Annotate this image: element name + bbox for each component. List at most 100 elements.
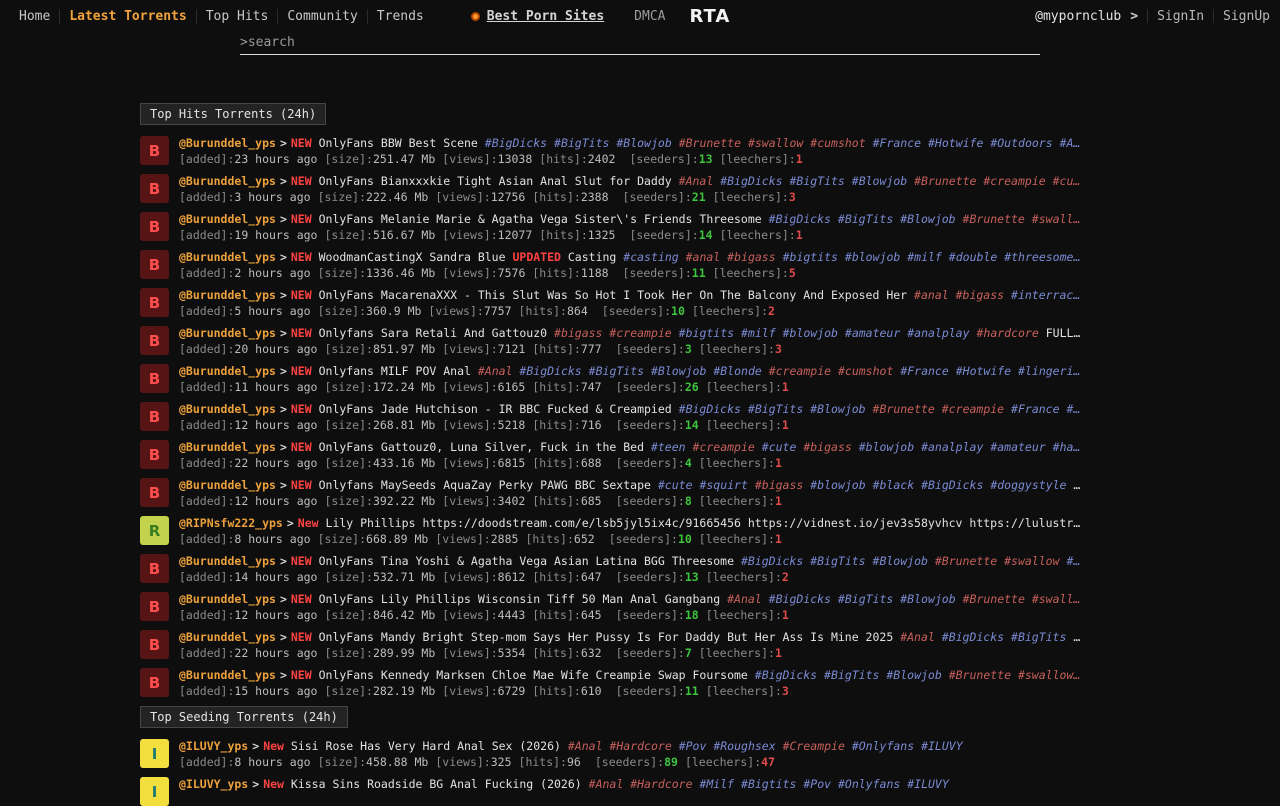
torrent-title[interactable]: NEW Onlyfans MaySeeds AquaZay Perky PAWG… xyxy=(291,478,1080,492)
torrent-user[interactable]: @Burunddel_yps xyxy=(179,326,276,340)
tag[interactable]: #swallow xyxy=(1004,554,1059,568)
torrent-title[interactable]: NEW OnlyFans Gattouz0, Luna Silver, Fuck… xyxy=(291,440,1080,454)
torrent-title[interactable]: NEW OnlyFans Kennedy Marksen Chloe Mae W… xyxy=(291,668,1080,682)
user-avatar[interactable]: I xyxy=(140,777,169,806)
tag[interactable]: #bigass xyxy=(554,326,602,340)
tag[interactable]: #BigDicks xyxy=(942,630,1004,644)
user-avatar[interactable]: B xyxy=(140,630,169,659)
torrent-title[interactable]: NEW WoodmanCastingX Sandra Blue UPDATED … xyxy=(291,250,1081,264)
tag[interactable]: #Blowjob xyxy=(900,592,955,606)
promo-link[interactable]: Best Porn Sites xyxy=(471,9,604,24)
user-avatar[interactable]: B xyxy=(140,136,169,165)
tag[interactable]: #Outdoors xyxy=(990,136,1052,150)
tag[interactable]: #BigDicks xyxy=(720,174,782,188)
tag[interactable]: #bigass xyxy=(727,250,775,264)
tag[interactable]: #Pov xyxy=(803,777,831,791)
tag[interactable]: #creampie xyxy=(942,402,1004,416)
tag[interactable]: #threesome… xyxy=(1004,250,1080,264)
tag[interactable]: #Brunette xyxy=(963,592,1025,606)
tag[interactable]: #Anal xyxy=(568,739,603,753)
nav-item-trends[interactable]: Trends xyxy=(367,9,433,24)
tag[interactable]: #milf xyxy=(741,326,776,340)
tag[interactable]: #BigDicks xyxy=(485,136,547,150)
tag[interactable]: #BigDicks xyxy=(741,554,803,568)
user-avatar[interactable]: R xyxy=(140,516,169,545)
tag[interactable]: #Anal xyxy=(900,630,935,644)
torrent-title[interactable]: NEW Onlyfans MILF POV Anal #Anal #BigDic… xyxy=(291,364,1080,378)
tag[interactable]: #creampie xyxy=(609,326,671,340)
tag[interactable]: #Brunette xyxy=(679,136,741,150)
tag[interactable]: #BigTits xyxy=(838,212,893,226)
tag[interactable]: #creampie xyxy=(983,174,1045,188)
torrent-title[interactable]: NEW OnlyFans Lily Phillips Wisconsin Tif… xyxy=(291,592,1080,606)
dmca-link[interactable]: DMCA xyxy=(634,9,665,24)
user-avatar[interactable]: B xyxy=(140,326,169,355)
torrent-user[interactable]: @Burunddel_yps xyxy=(179,402,276,416)
torrent-title[interactable]: New Lily Phillips https://doodstream.com… xyxy=(298,516,1080,530)
torrent-title[interactable]: NEW Onlyfans Sara Retali And Gattouz0 #b… xyxy=(291,326,1080,340)
tag[interactable]: #Blowjob xyxy=(651,364,706,378)
tag[interactable]: #France xyxy=(900,364,948,378)
tag[interactable]: #analplay xyxy=(921,440,983,454)
tag[interactable]: #swallow xyxy=(748,136,803,150)
torrent-title[interactable]: NEW OnlyFans Bianxxxkie Tight Asian Anal… xyxy=(291,174,1080,188)
account-link[interactable]: @mypornclub xyxy=(1035,9,1121,24)
tag[interactable]: #anal xyxy=(914,288,949,302)
tag[interactable]: #France xyxy=(1011,402,1059,416)
tag[interactable]: #Anal xyxy=(589,777,624,791)
tag[interactable]: #ILUVY xyxy=(921,739,963,753)
tag[interactable]: #BigTits xyxy=(838,592,893,606)
nav-item-community[interactable]: Community xyxy=(277,9,366,24)
tag[interactable]: #blowjob xyxy=(859,440,914,454)
tag[interactable]: #BigDicks xyxy=(921,478,983,492)
tag[interactable]: #… xyxy=(1066,554,1080,568)
tag[interactable]: #cumshot xyxy=(838,364,893,378)
torrent-title[interactable]: New Kissa Sins Roadside BG Anal Fucking … xyxy=(263,777,949,791)
tag[interactable]: #Blonde xyxy=(713,364,761,378)
torrent-title[interactable]: New Sisi Rose Has Very Hard Anal Sex (20… xyxy=(263,739,962,753)
tag[interactable]: #cu… xyxy=(1053,174,1081,188)
tag[interactable]: #bigass xyxy=(803,440,851,454)
signup-link[interactable]: SignUp xyxy=(1223,9,1270,24)
user-avatar[interactable]: B xyxy=(140,554,169,583)
tag[interactable]: #bigtits xyxy=(679,326,734,340)
nav-item-top-hits[interactable]: Top Hits xyxy=(196,9,278,24)
tag[interactable]: #BigTits xyxy=(554,136,609,150)
user-avatar[interactable]: B xyxy=(140,440,169,469)
tag[interactable]: #cute xyxy=(762,440,797,454)
tag[interactable]: #BigDicks xyxy=(755,668,817,682)
tag[interactable]: #anal xyxy=(686,250,721,264)
tag[interactable]: #BigDicks xyxy=(769,212,831,226)
tag[interactable]: #Anal xyxy=(727,592,762,606)
tag[interactable]: #doggystyle xyxy=(990,478,1066,492)
tag[interactable]: #ILUVY xyxy=(907,777,949,791)
tag[interactable]: #interrac… xyxy=(1011,288,1080,302)
tag[interactable]: #Bigtits xyxy=(741,777,796,791)
torrent-title[interactable]: NEW OnlyFans Tina Yoshi & Agatha Vega As… xyxy=(291,554,1080,568)
tag[interactable]: #BigTits xyxy=(789,174,844,188)
tag[interactable]: #hardcore xyxy=(976,326,1038,340)
tag[interactable]: #black xyxy=(873,478,915,492)
tag[interactable]: #Hotwife xyxy=(956,364,1011,378)
tag[interactable]: #double xyxy=(949,250,997,264)
tag[interactable]: #Blowjob xyxy=(873,554,928,568)
tag[interactable]: #blowjob xyxy=(810,478,865,492)
tag[interactable]: #Blowjob xyxy=(810,402,865,416)
tag[interactable]: #France xyxy=(873,136,921,150)
tag[interactable]: #creampie xyxy=(693,440,755,454)
tag[interactable]: #bigtits xyxy=(783,250,838,264)
signin-link[interactable]: SignIn xyxy=(1157,9,1204,24)
tag[interactable]: #Blowjob xyxy=(886,668,941,682)
tag[interactable]: #swallow… xyxy=(1018,668,1080,682)
tag[interactable]: #Anal xyxy=(478,364,513,378)
torrent-user[interactable]: @Burunddel_yps xyxy=(179,554,276,568)
user-avatar[interactable]: B xyxy=(140,478,169,507)
tag[interactable]: #BigTits xyxy=(748,402,803,416)
tag[interactable]: #BigTits xyxy=(824,668,879,682)
tag[interactable]: #BigDicks xyxy=(769,592,831,606)
torrent-user[interactable]: @ILUVY_yps xyxy=(179,739,248,753)
tag[interactable]: #Anal xyxy=(679,174,714,188)
tag[interactable]: #BigTits xyxy=(589,364,644,378)
torrent-user[interactable]: @Burunddel_yps xyxy=(179,630,276,644)
tag[interactable]: #swall… xyxy=(1032,592,1080,606)
